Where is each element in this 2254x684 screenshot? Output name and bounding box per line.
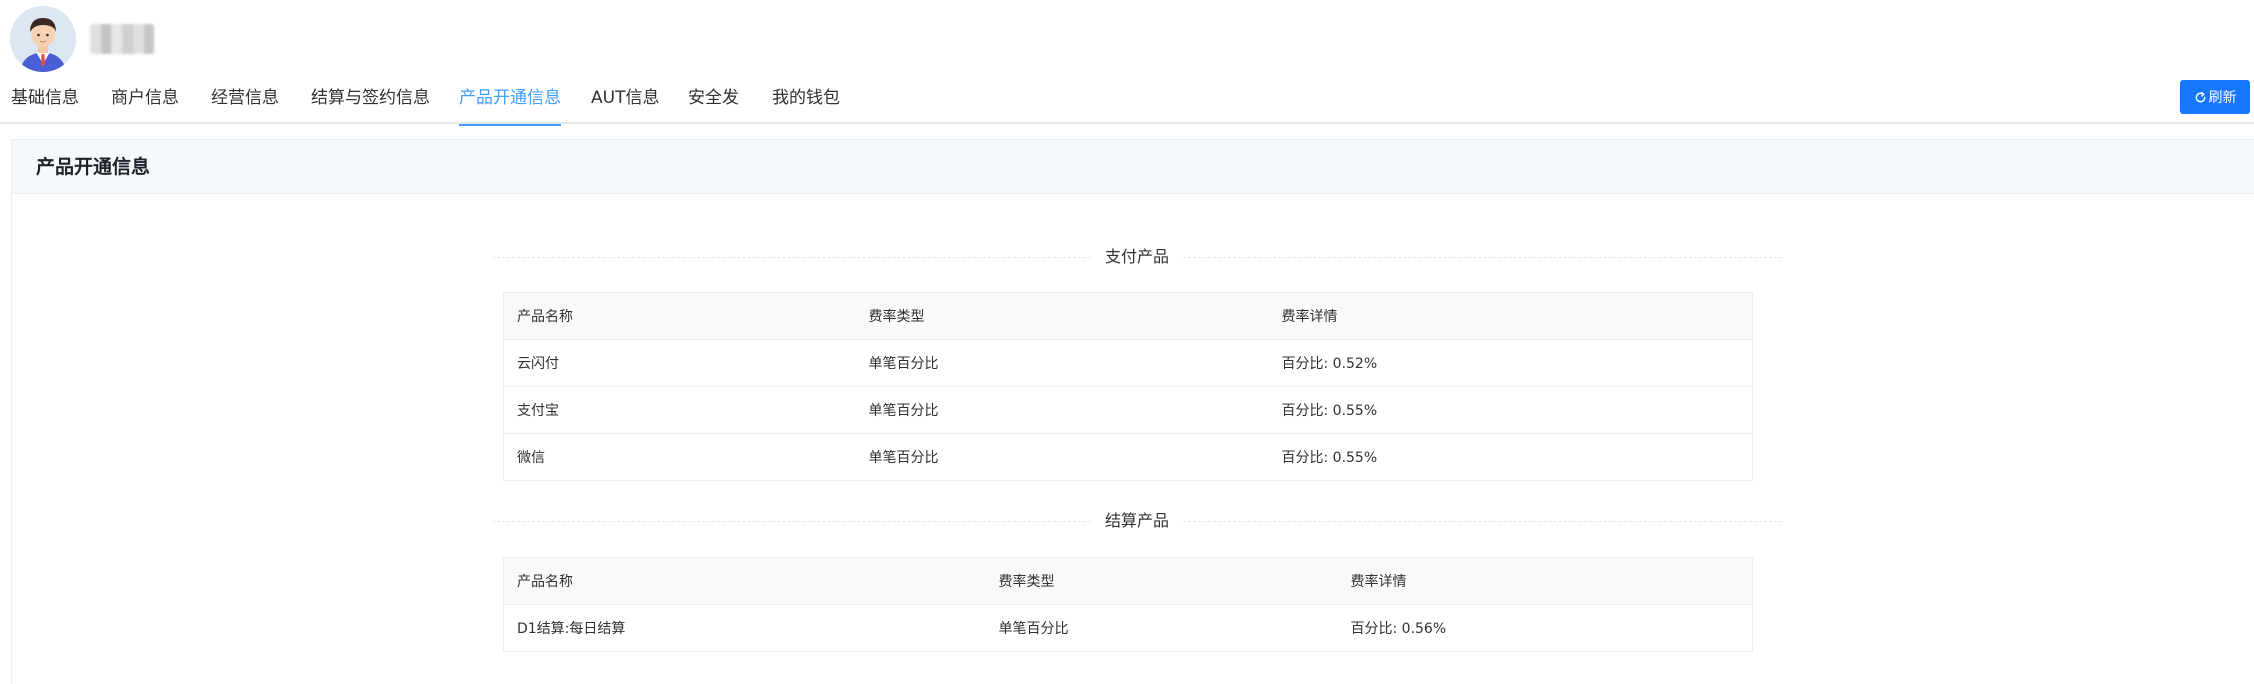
tab-my-wallet[interactable]: 我的钱包 [772,76,840,124]
username-redacted [90,24,154,54]
tab-product-activation-info[interactable]: 产品开通信息 [459,76,561,126]
table-cell: 百分比: 0.52% [1268,339,1753,387]
column-header: 费率详情 [1337,557,1753,605]
tab-business-info[interactable]: 经营信息 [211,76,279,124]
user-avatar-icon[interactable] [10,6,76,72]
refresh-button[interactable]: 刷新 [2180,80,2250,114]
card-title: 产品开通信息 [12,140,2254,194]
product-info-card: 产品开通信息 支付产品 产品名称 费率类型 费率详情 云闪付 单笔百分比 百分比… [11,139,2254,684]
refresh-label: 刷新 [2208,89,2237,105]
tab-bar: 基础信息 商户信息 经营信息 结算与签约信息 产品开通信息 AUT信息 安全发 … [0,76,2254,126]
table-cell: 百分比: 0.55% [1281,450,1378,466]
settlement-section-divider: 结算产品 [492,506,1782,536]
table-cell: 支付宝 [503,386,856,434]
column-header: 产品名称 [503,557,986,605]
column-header: 费率类型 [855,292,1269,340]
table-header-row: 产品名称 费率类型 费率详情 [503,557,1753,605]
table-cell: 百分比: 0.56% [1350,621,1447,637]
payment-products-table: 产品名称 费率类型 费率详情 云闪付 单笔百分比 百分比: 0.52% 支付宝 … [503,292,1753,481]
table-cell: 单笔百分比 [868,450,939,466]
table-cell: 云闪付 [503,339,856,387]
table-cell: D1结算:每日结算 [517,621,626,637]
payment-section-title: 支付产品 [1090,242,1184,272]
table-cell: 微信 [517,450,545,466]
column-header: 费率详情 [1268,292,1753,340]
settlement-products-table: 产品名称 费率类型 费率详情 D1结算:每日结算 单笔百分比 百分比: 0.56… [503,557,1753,652]
tab-merchant-info[interactable]: 商户信息 [111,76,179,124]
table-row: 支付宝 单笔百分比 百分比: 0.55% [503,386,1753,434]
table-cell: 百分比: 0.55% [1268,386,1753,434]
tab-settlement-contract-info[interactable]: 结算与签约信息 [311,76,430,124]
refresh-icon [2194,91,2207,104]
user-header [10,6,154,72]
tab-security[interactable]: 安全发 [688,76,739,124]
table-cell: 单笔百分比 [855,339,1269,387]
table-header-row: 产品名称 费率类型 费率详情 [503,292,1753,340]
table-row: 微信 单笔百分比 百分比: 0.55% [504,434,1753,481]
table-row: 云闪付 单笔百分比 百分比: 0.52% [503,339,1753,387]
tab-basic-info[interactable]: 基础信息 [11,76,79,124]
column-header: 费率类型 [985,557,1338,605]
tab-aut-info[interactable]: AUT信息 [591,76,659,124]
table-cell: 单笔百分比 [998,621,1069,637]
table-row: D1结算:每日结算 单笔百分比 百分比: 0.56% [504,605,1753,652]
table-cell: 单笔百分比 [855,386,1269,434]
settlement-section-title: 结算产品 [1090,506,1184,536]
payment-section-divider: 支付产品 [492,242,1782,272]
column-header: 产品名称 [503,292,856,340]
